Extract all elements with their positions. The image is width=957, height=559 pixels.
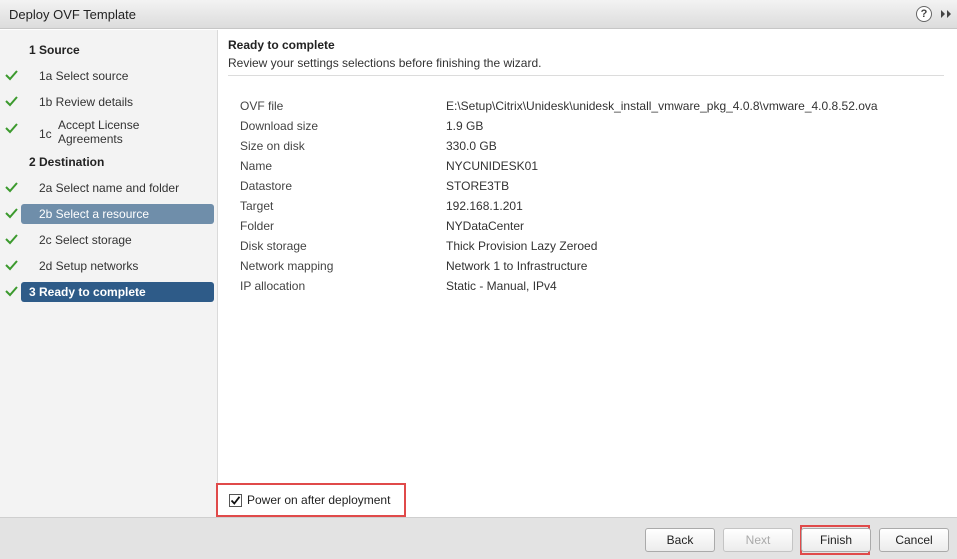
sidebar-item-label: 1 Source (29, 43, 80, 57)
sidebar-item-select-name-folder[interactable]: 2a Select name and folder (21, 178, 214, 198)
summary-value: 1.9 GB (446, 119, 484, 133)
page-title: Ready to complete (228, 38, 335, 52)
next-button[interactable]: Next (723, 528, 793, 552)
window-title: Deploy OVF Template (9, 7, 136, 22)
sidebar-item-select-storage[interactable]: 2c Select storage (21, 230, 214, 250)
summary-key: Disk storage (240, 239, 307, 253)
sidebar-item-review-details[interactable]: 1b Review details (21, 92, 214, 112)
summary-row-download-size: Download size 1.9 GB (240, 119, 940, 137)
page-description: Review your settings selections before f… (228, 56, 542, 70)
checkmark-icon (5, 182, 18, 193)
sidebar-item-label: 3 Ready to complete (29, 285, 146, 299)
sidebar-item-label: 2d Setup networks (39, 259, 139, 273)
checkmark-icon (5, 260, 18, 271)
summary-key: Target (240, 199, 274, 213)
summary-row-ovf-file: OVF file E:\Setup\Citrix\Unidesk\unidesk… (240, 99, 940, 117)
summary-value: STORE3TB (446, 179, 510, 193)
summary-key: Size on disk (240, 139, 305, 153)
sidebar-item-number: 1c (39, 127, 52, 141)
summary-value: Network 1 to Infrastructure (446, 259, 588, 273)
finish-button[interactable]: Finish (801, 528, 871, 552)
checkmark-icon (5, 70, 18, 81)
summary-row-disk-storage: Disk storage Thick Provision Lazy Zeroed (240, 239, 940, 257)
sidebar-item-label: 1a Select source (39, 69, 129, 83)
summary-value: 330.0 GB (446, 139, 497, 153)
footer-button-bar: Back Next Finish Cancel (0, 517, 957, 559)
main-panel: Ready to complete Review your settings s… (218, 30, 957, 517)
summary-row-name: Name NYCUNIDESK01 (240, 159, 940, 177)
summary-row-target: Target 192.168.1.201 (240, 199, 940, 217)
checkmark-icon (5, 208, 18, 219)
double-chevron-right-icon[interactable] (938, 6, 954, 22)
summary-key: Datastore (240, 179, 293, 193)
sidebar-item-label: 2b Select a resource (39, 207, 150, 221)
summary-key: Network mapping (240, 259, 334, 273)
sidebar-item-select-source[interactable]: 1a Select source (21, 66, 214, 86)
sidebar-item-setup-networks[interactable]: 2d Setup networks (21, 256, 214, 276)
sidebar-item-source[interactable]: 1 Source (21, 40, 214, 60)
sidebar-item-label: 2c Select storage (39, 233, 132, 247)
checkmark-icon (230, 496, 241, 505)
back-button[interactable]: Back (645, 528, 715, 552)
checkmark-icon (5, 123, 18, 134)
summary-row-ip-allocation: IP allocation Static - Manual, IPv4 (240, 279, 940, 297)
cancel-button[interactable]: Cancel (879, 528, 949, 552)
summary-value: E:\Setup\Citrix\Unidesk\unidesk_install_… (446, 99, 878, 113)
summary-value: Static - Manual, IPv4 (446, 279, 557, 293)
checkmark-icon (5, 96, 18, 107)
help-icon[interactable]: ? (916, 6, 932, 22)
checkmark-icon (5, 234, 18, 245)
summary-row-network-mapping: Network mapping Network 1 to Infrastruct… (240, 259, 940, 277)
summary-value: 192.168.1.201 (446, 199, 523, 213)
power-on-checkbox[interactable] (229, 494, 242, 507)
summary-key: OVF file (240, 99, 284, 113)
sidebar-item-ready-to-complete[interactable]: 3 Ready to complete (21, 282, 214, 302)
checkmark-icon (5, 286, 18, 297)
sidebar-item-select-resource[interactable]: 2b Select a resource (21, 204, 214, 224)
summary-value: NYCUNIDESK01 (446, 159, 539, 173)
wizard-steps-sidebar: 1 Source 1a Select source 1b Review deta… (0, 30, 218, 517)
title-bar: Deploy OVF Template ? (0, 0, 957, 29)
sidebar-item-label: 2 Destination (29, 155, 105, 169)
sidebar-item-label: 2a Select name and folder (39, 181, 180, 195)
sidebar-item-destination[interactable]: 2 Destination (21, 152, 214, 172)
summary-value: NYDataCenter (446, 219, 525, 233)
summary-key: IP allocation (240, 279, 306, 293)
divider (228, 75, 944, 76)
summary-key: Name (240, 159, 273, 173)
summary-key: Download size (240, 119, 319, 133)
summary-row-size-on-disk: Size on disk 330.0 GB (240, 139, 940, 157)
power-on-label[interactable]: Power on after deployment (247, 493, 390, 507)
power-on-option-highlight: Power on after deployment (216, 483, 406, 517)
summary-value: Thick Provision Lazy Zeroed (446, 239, 598, 253)
summary-key: Folder (240, 219, 275, 233)
sidebar-item-label: Accept License Agreements (58, 118, 140, 146)
sidebar-item-accept-license[interactable]: 1c Accept License Agreements (21, 117, 214, 149)
sidebar-item-label: 1b Review details (39, 95, 134, 109)
summary-row-datastore: Datastore STORE3TB (240, 179, 940, 197)
summary-row-folder: Folder NYDataCenter (240, 219, 940, 237)
